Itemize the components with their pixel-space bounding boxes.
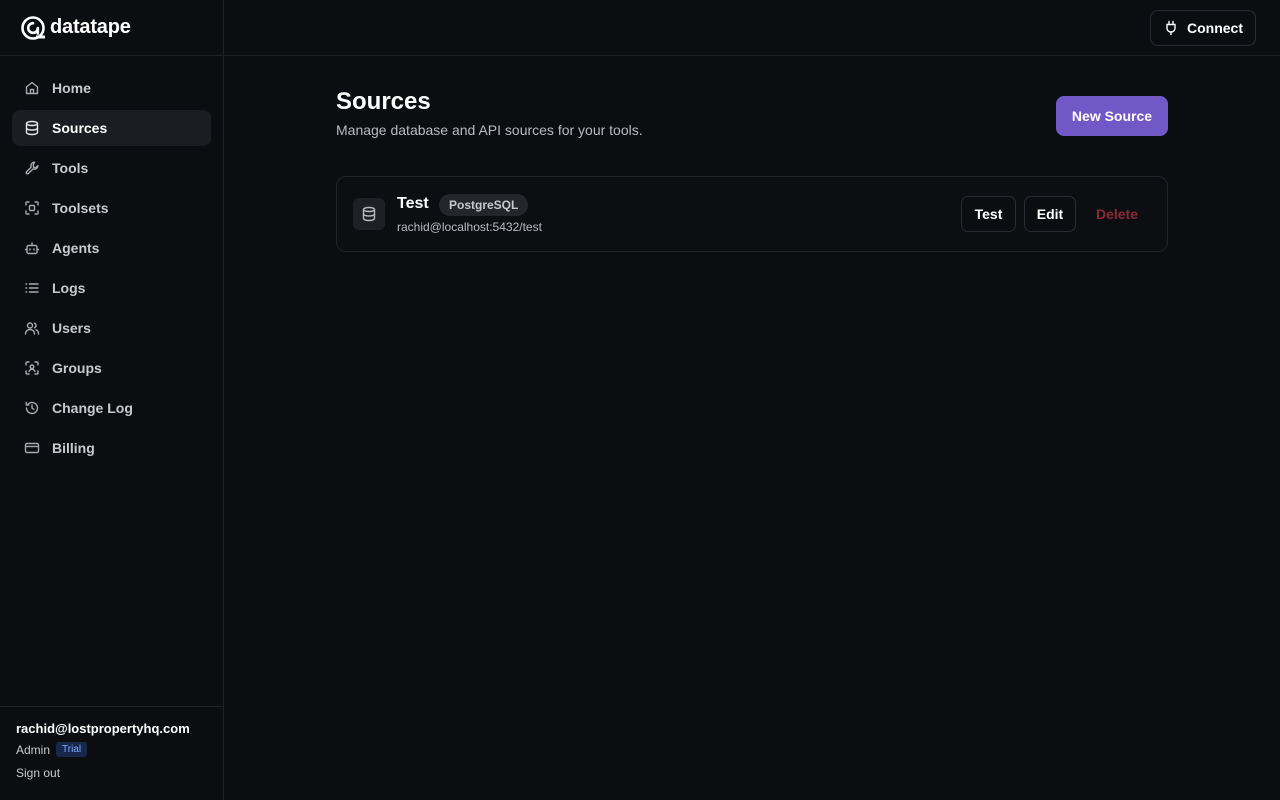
sign-out-link[interactable]: Sign out [16,766,60,780]
sidebar-item-tools[interactable]: Tools [12,150,211,186]
page-title: Sources [336,88,431,115]
sidebar-item-label: Logs [52,280,86,296]
connect-label: Connect [1187,20,1243,36]
sidebar-item-label: Billing [52,440,95,456]
history-icon [24,400,40,416]
sidebar-item-logs[interactable]: Logs [12,270,211,306]
sidebar-item-sources[interactable]: Sources [12,110,211,146]
database-icon [24,120,40,136]
sidebar-item-agents[interactable]: Agents [12,230,211,266]
database-icon [353,198,385,230]
sidebar-item-label: Change Log [52,400,133,416]
connect-button[interactable]: Connect [1150,10,1256,46]
sidebar-item-label: Home [52,80,91,96]
sidebar-nav: Home Sources Tools Toolsets Agents Logs … [0,70,223,466]
new-source-button[interactable]: New Source [1056,96,1168,136]
main-content: Sources Manage database and API sources … [336,88,1168,252]
sidebar-item-billing[interactable]: Billing [12,430,211,466]
top-bar: Connect [224,0,1280,56]
sidebar-item-label: Sources [52,120,108,136]
user-role-row: Admin Trial [16,742,207,757]
sidebar-item-label: Tools [52,160,89,176]
brand[interactable]: datatape [0,0,223,56]
source-card[interactable]: Test PostgreSQL rachid@localhost:5432/te… [336,176,1168,252]
plug-icon [1163,20,1179,36]
edit-source-button[interactable]: Edit [1024,196,1076,232]
delete-source-button[interactable]: Delete [1085,196,1149,232]
list-icon [24,280,40,296]
source-name: Test [397,195,429,212]
user-email: rachid@lostpropertyhq.com [16,721,190,736]
sidebar: datatape Home Sources Tools Toolsets Age… [0,0,224,800]
page-subtitle: Manage database and API sources for your… [336,122,643,138]
wrench-icon [24,160,40,176]
source-type-badge: PostgreSQL [439,194,529,216]
users-icon [24,320,40,336]
test-source-button[interactable]: Test [961,196,1016,232]
credit-card-icon [24,440,40,456]
plan-badge: Trial [56,742,88,757]
app-root: datatape Home Sources Tools Toolsets Age… [0,0,1280,800]
spiral-logo-icon [20,15,46,41]
sidebar-item-groups[interactable]: Groups [12,350,211,386]
sidebar-item-label: Agents [52,240,100,256]
sidebar-item-home[interactable]: Home [12,70,211,106]
user-account-panel: rachid@lostpropertyhq.com Admin Trial Si… [0,706,223,800]
user-scan-icon [24,360,40,376]
scan-icon [24,200,40,216]
source-connection-string: rachid@localhost:5432/test [397,220,542,234]
user-role: Admin [16,742,51,757]
sidebar-item-label: Groups [52,360,102,376]
sidebar-item-label: Toolsets [52,200,109,216]
bot-icon [24,240,40,256]
home-icon [24,80,40,96]
sidebar-item-label: Users [52,320,91,336]
sidebar-item-change-log[interactable]: Change Log [12,390,211,426]
sidebar-item-users[interactable]: Users [12,310,211,346]
sidebar-item-toolsets[interactable]: Toolsets [12,190,211,226]
brand-name: datatape [50,16,131,38]
